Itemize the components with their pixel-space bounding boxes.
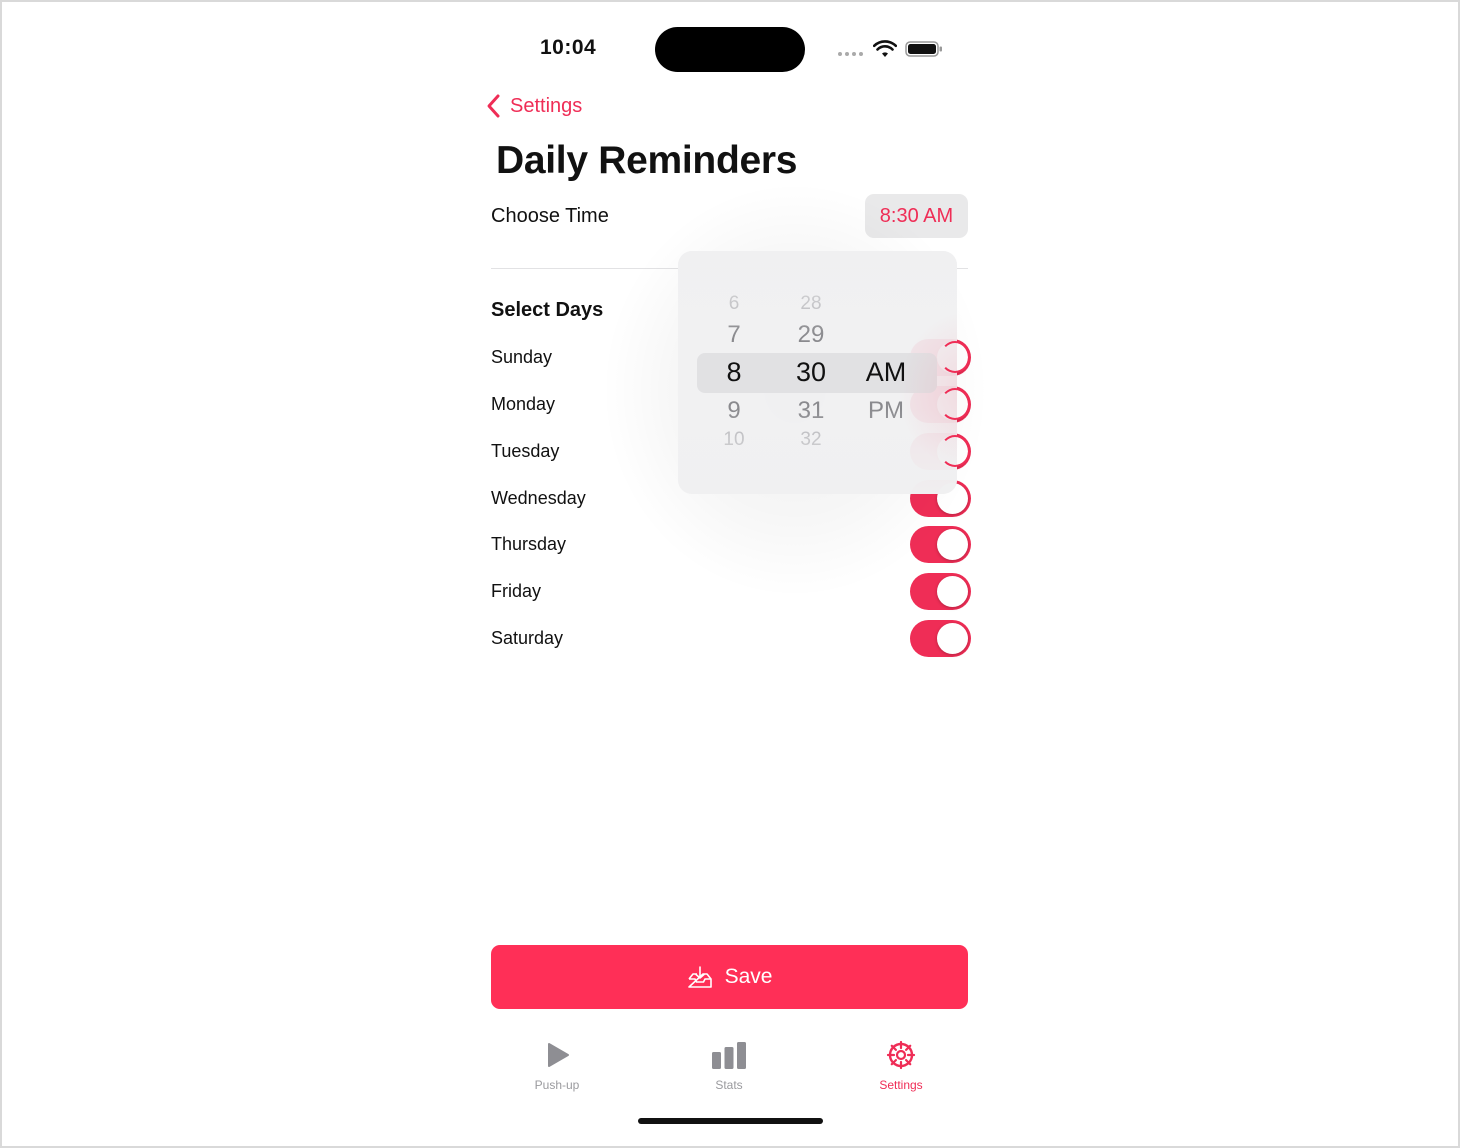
toggle-thursday[interactable]: [910, 526, 971, 563]
toggle-saturday[interactable]: [910, 620, 971, 657]
save-button-label: Save: [724, 965, 773, 988]
picker-minute-option[interactable]: 31: [783, 397, 839, 425]
tab-stats[interactable]: Stats: [684, 1040, 774, 1096]
picker-minute-selected[interactable]: 30: [783, 357, 839, 388]
picker-minute-option[interactable]: 29: [783, 321, 839, 349]
play-icon: [548, 1043, 569, 1067]
toggle-knob: [937, 623, 968, 654]
cellular-signal-icon: [838, 52, 866, 56]
tray-download-icon: [687, 966, 712, 988]
day-label: Sunday: [491, 347, 553, 367]
back-button[interactable]: Settings: [486, 92, 582, 120]
picker-hour-option[interactable]: 6: [708, 293, 760, 315]
picker-minute-option[interactable]: 28: [783, 293, 839, 315]
picker-period-option[interactable]: PM: [856, 397, 916, 425]
dynamic-island: [655, 27, 805, 72]
time-picker-button[interactable]: 8:30 AM: [865, 194, 968, 238]
gear-icon: [886, 1040, 916, 1070]
day-row-friday: Friday: [491, 573, 971, 613]
toggle-edge-monday: [940, 388, 970, 420]
time-picker-popover[interactable]: 6 7 8 9 10 28 29 30 31 32 AM PM: [678, 251, 957, 494]
day-row-saturday: Saturday: [491, 620, 971, 660]
select-days-heading: Select Days: [491, 299, 604, 321]
toggle-knob: [937, 576, 968, 607]
day-label: Wednesday: [491, 488, 586, 508]
picker-period-selected[interactable]: AM: [856, 357, 916, 388]
day-label: Tuesday: [491, 441, 560, 461]
toggle-edge-tuesday: [940, 435, 970, 467]
home-indicator: [638, 1118, 823, 1124]
picker-hour-selected[interactable]: 8: [708, 357, 760, 388]
picker-hour-option[interactable]: 10: [708, 429, 760, 451]
tab-label: Stats: [715, 1078, 743, 1092]
picker-hour-option[interactable]: 9: [708, 397, 760, 425]
toggle-edge-sunday: [940, 341, 970, 373]
wifi-icon: [873, 40, 897, 57]
tab-label: Settings: [879, 1078, 923, 1092]
tab-settings[interactable]: Settings: [856, 1040, 946, 1096]
bar-chart-icon: [712, 1042, 746, 1069]
back-button-label: Settings: [510, 94, 583, 117]
day-label: Saturday: [491, 628, 564, 648]
battery-icon: [905, 41, 942, 57]
status-time: 10:04: [540, 36, 597, 59]
toggle-friday[interactable]: [910, 573, 971, 610]
day-row-thursday: Thursday: [491, 526, 971, 566]
picker-hour-option[interactable]: 7: [708, 321, 760, 349]
save-button[interactable]: Save: [491, 945, 968, 1009]
day-label: Thursday: [491, 534, 567, 554]
chevron-left-icon: [487, 94, 500, 118]
choose-time-label: Choose Time: [491, 205, 609, 227]
tab-label: Push-up: [534, 1078, 580, 1092]
day-label: Monday: [491, 394, 556, 414]
toggle-knob: [937, 529, 968, 560]
day-label: Friday: [491, 581, 542, 601]
tab-push-up[interactable]: Push-up: [512, 1040, 602, 1096]
picker-minute-option[interactable]: 32: [783, 429, 839, 451]
page-title: Daily Reminders: [496, 139, 798, 182]
